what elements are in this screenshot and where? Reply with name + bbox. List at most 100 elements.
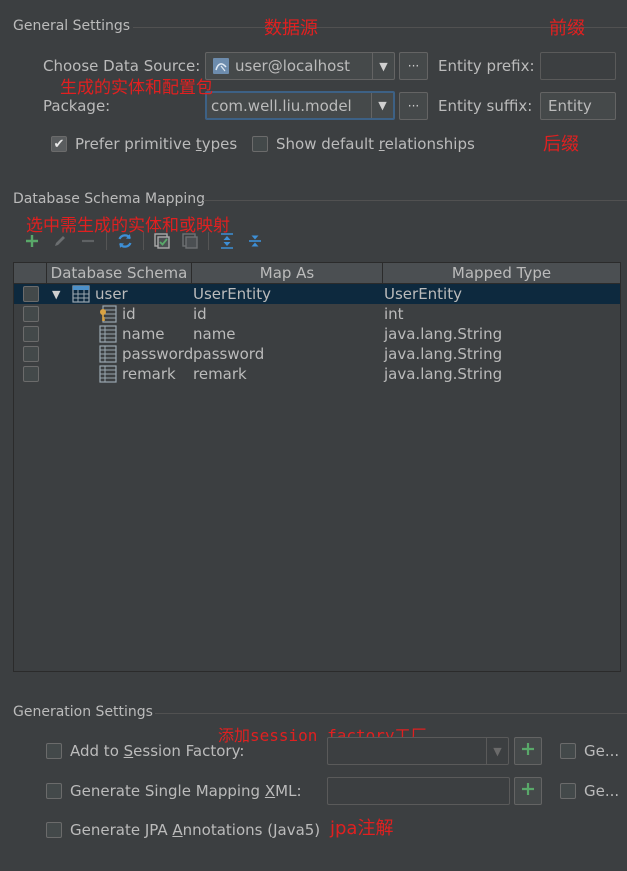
- generation-settings-separator: [155, 713, 627, 714]
- primary-key-column-icon: [99, 305, 117, 323]
- single-mapping-xml-field[interactable]: [327, 777, 510, 805]
- single-mapping-xml-label: Generate Single Mapping XML:: [70, 782, 302, 800]
- prefer-primitive-checkbox[interactable]: ✔: [51, 136, 67, 152]
- column-icon: [99, 345, 117, 363]
- mapped-type-cell[interactable]: UserEntity: [383, 284, 620, 304]
- jpa-annotations-checkbox[interactable]: [46, 822, 62, 838]
- table-row[interactable]: name name java.lang.String: [14, 324, 620, 344]
- schema-name: user: [95, 285, 128, 303]
- map-as-cell[interactable]: UserEntity: [192, 284, 383, 304]
- session-factory-combo[interactable]: ▼: [327, 737, 509, 765]
- show-default-relationships-checkbox[interactable]: [252, 136, 268, 152]
- remove-icon[interactable]: [78, 231, 98, 251]
- annotation-prefix: 前缀: [549, 18, 585, 39]
- add-session-factory-row[interactable]: Add to Session Factory:: [46, 742, 244, 760]
- database-icon: [212, 57, 230, 75]
- annotation-entity-package: 生成的实体和配置包: [60, 78, 213, 98]
- show-default-relationships-row[interactable]: Show default relationships: [252, 135, 475, 153]
- mapped-type-cell[interactable]: java.lang.String: [383, 324, 620, 344]
- chevron-down-icon[interactable]: ▼: [52, 288, 68, 301]
- prefer-primitive-checkbox-row[interactable]: ✔ Prefer primitive types: [51, 135, 237, 153]
- add-mapping-xml-button[interactable]: [514, 777, 542, 805]
- select-all-icon[interactable]: [152, 231, 172, 251]
- mapped-type-cell[interactable]: java.lang.String: [383, 364, 620, 384]
- single-mapping-xml-row[interactable]: Generate Single Mapping XML:: [46, 782, 302, 800]
- add-icon: [520, 741, 536, 761]
- map-as-cell[interactable]: id: [192, 304, 383, 324]
- annotation-data-source: 数据源: [264, 18, 318, 39]
- schema-name: password: [122, 345, 192, 363]
- mapped-type-cell[interactable]: java.lang.String: [383, 344, 620, 364]
- toolbar-separator: [208, 232, 209, 250]
- row-checkbox[interactable]: [22, 346, 39, 362]
- schema-name: id: [122, 305, 136, 323]
- table-header: Database Schema Map As Mapped Type: [14, 263, 620, 284]
- map-as-cell[interactable]: remark: [192, 364, 383, 384]
- schema-name: remark: [122, 365, 176, 383]
- collapse-all-icon[interactable]: [245, 231, 265, 251]
- add-icon[interactable]: [22, 231, 42, 251]
- schema-name: name: [122, 325, 165, 343]
- chevron-down-icon[interactable]: ▼: [372, 53, 394, 79]
- mapping-toolbar: [22, 231, 265, 251]
- table-row[interactable]: ▼ user UserEntity UserEntity: [14, 284, 620, 304]
- check-icon: ✔: [53, 136, 65, 152]
- package-value: com.well.liu.model: [211, 96, 352, 115]
- row-checkbox[interactable]: [22, 326, 39, 342]
- entity-prefix-label: Entity prefix:: [438, 57, 535, 75]
- data-source-browse-button[interactable]: ···: [399, 52, 428, 80]
- row-checkbox[interactable]: [22, 286, 39, 302]
- package-combo[interactable]: com.well.liu.model ▼: [205, 91, 395, 120]
- data-source-value: user@localhost: [235, 57, 351, 75]
- expand-all-icon[interactable]: [217, 231, 237, 251]
- table-row[interactable]: remark remark java.lang.String: [14, 364, 620, 384]
- entity-suffix-label: Entity suffix:: [438, 97, 533, 115]
- unselect-all-icon[interactable]: [180, 231, 200, 251]
- table-row[interactable]: id id int: [14, 304, 620, 324]
- annotation-jpa: jpa注解: [330, 818, 394, 839]
- package-label: Package:: [43, 97, 111, 115]
- add-session-factory-checkbox[interactable]: [46, 743, 62, 759]
- schema-mapping-separator: [203, 200, 627, 201]
- toolbar-separator: [106, 232, 107, 250]
- column-header-checkbox: [14, 263, 47, 283]
- jpa-annotations-label: Generate JPA Annotations (Java5): [70, 821, 321, 839]
- data-source-combo[interactable]: user@localhost ▼: [205, 52, 395, 80]
- single-mapping-xml-checkbox[interactable]: [46, 783, 62, 799]
- generate-option-row-1[interactable]: Ge...: [560, 742, 619, 760]
- generation-settings-title: Generation Settings: [13, 704, 153, 720]
- generate-option-label-1: Ge...: [584, 742, 620, 760]
- schema-mapping-title: Database Schema Mapping: [13, 191, 206, 207]
- chevron-down-icon[interactable]: ▼: [371, 93, 393, 118]
- annotation-suffix: 后缀: [543, 134, 579, 155]
- column-header-map-as[interactable]: Map As: [192, 263, 383, 283]
- entity-prefix-field[interactable]: [540, 52, 616, 80]
- show-default-relationships-label: Show default relationships: [276, 135, 475, 153]
- generate-option-label-2: Ge...: [584, 782, 620, 800]
- mapped-type-cell[interactable]: int: [383, 304, 620, 324]
- row-checkbox[interactable]: [22, 306, 39, 322]
- table-icon: [72, 285, 90, 303]
- generate-option-checkbox-1[interactable]: [560, 743, 576, 759]
- column-header-database-schema[interactable]: Database Schema: [47, 263, 192, 283]
- row-checkbox[interactable]: [22, 366, 39, 382]
- prefer-primitive-label: Prefer primitive types: [75, 135, 238, 153]
- map-as-cell[interactable]: password: [192, 344, 383, 364]
- generate-option-checkbox-2[interactable]: [560, 783, 576, 799]
- column-header-mapped-type[interactable]: Mapped Type: [383, 263, 620, 283]
- map-as-cell[interactable]: name: [192, 324, 383, 344]
- table-row[interactable]: password password java.lang.String: [14, 344, 620, 364]
- schema-mapping-table[interactable]: Database Schema Map As Mapped Type ▼ use…: [13, 262, 621, 672]
- chevron-down-icon[interactable]: ▼: [486, 738, 508, 764]
- toolbar-separator: [143, 232, 144, 250]
- package-browse-button[interactable]: ···: [399, 92, 428, 120]
- jpa-annotations-row[interactable]: Generate JPA Annotations (Java5): [46, 821, 320, 839]
- generate-option-row-2[interactable]: Ge...: [560, 782, 619, 800]
- refresh-icon[interactable]: [115, 231, 135, 251]
- add-session-factory-button[interactable]: [514, 737, 542, 765]
- edit-icon[interactable]: [50, 231, 70, 251]
- add-session-factory-label: Add to Session Factory:: [70, 742, 245, 760]
- entity-suffix-field[interactable]: Entity: [540, 92, 616, 120]
- general-settings-title: General Settings: [13, 18, 131, 34]
- column-icon: [99, 325, 117, 343]
